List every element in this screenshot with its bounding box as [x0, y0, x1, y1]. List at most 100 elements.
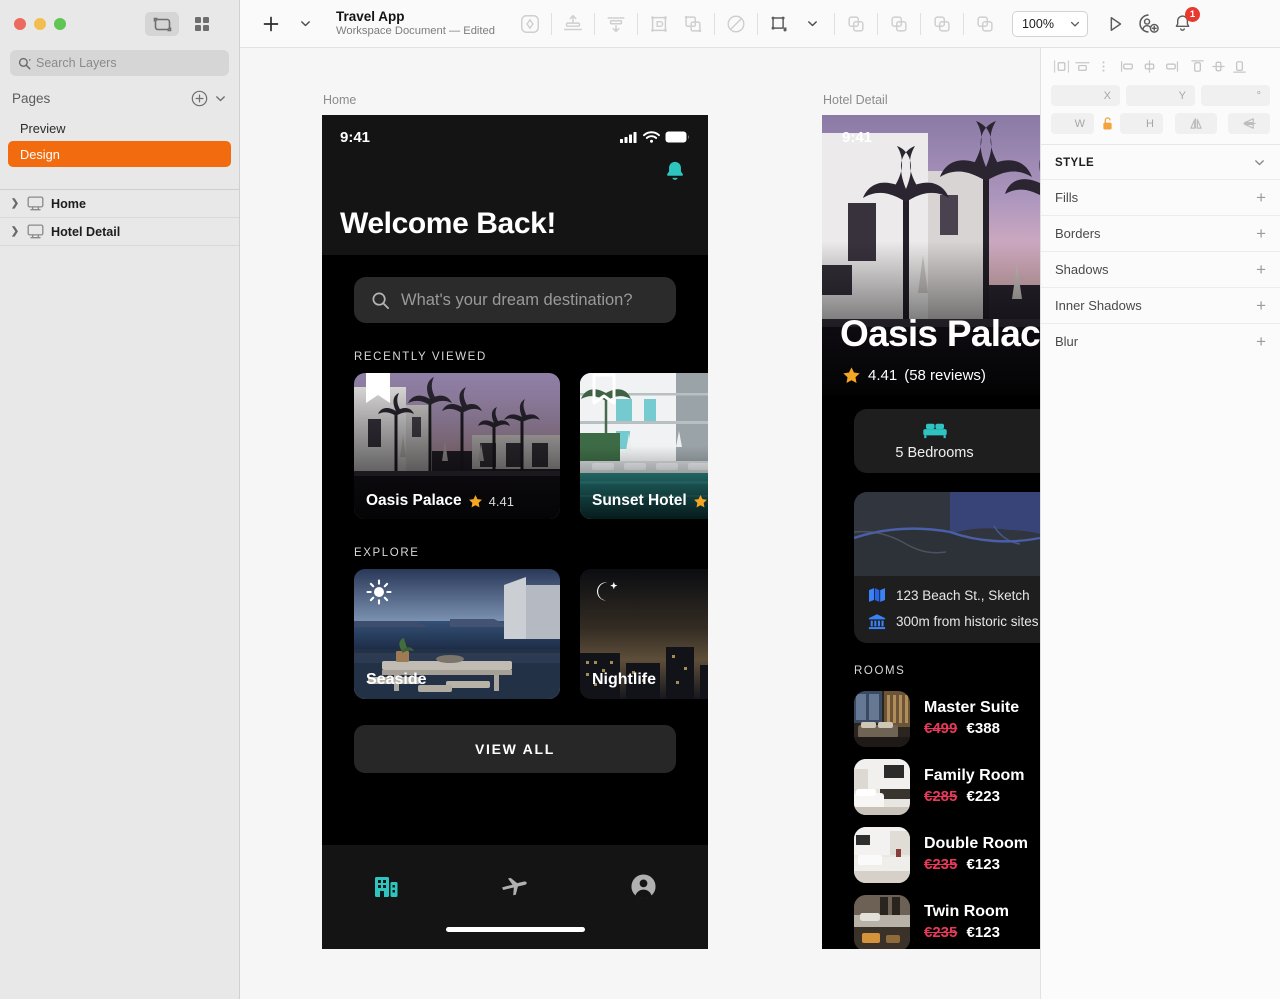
height-field[interactable]: H	[1120, 113, 1163, 134]
y-field[interactable]: Y	[1126, 85, 1195, 106]
bell-icon	[667, 161, 683, 180]
width-field[interactable]: W	[1051, 113, 1094, 134]
chevron-down-icon	[1070, 21, 1080, 27]
page-item-design[interactable]: Design	[8, 141, 231, 167]
room-price: €499 €388	[924, 719, 1019, 739]
toolbar-divider	[833, 12, 835, 35]
window-titlebar	[0, 0, 239, 48]
bookmark-outline-icon[interactable]	[592, 373, 616, 407]
add-blur-button[interactable]: +	[1256, 333, 1266, 350]
align-top-icon[interactable]	[1187, 56, 1208, 77]
align-middle-icon[interactable]	[1208, 56, 1229, 77]
component-icon[interactable]	[642, 9, 676, 39]
room-name: Master Suite	[924, 699, 1020, 717]
search-icon	[18, 57, 31, 69]
home-header: 9:41 Welcome Back!	[322, 115, 708, 255]
add-inner-shadow-button[interactable]: +	[1256, 297, 1266, 314]
align-bottom-icon[interactable]	[1229, 56, 1250, 77]
transform-chevron-down-icon[interactable]	[796, 9, 830, 39]
canvas-view-button[interactable]	[145, 12, 179, 36]
destination-search-input[interactable]: What's your dream destination?	[354, 277, 676, 323]
style-row-label: Shadows	[1055, 262, 1109, 277]
hotel-card-caption: Oasis Palace 4.41	[366, 492, 514, 510]
close-button[interactable]	[14, 18, 26, 30]
add-border-button[interactable]: +	[1256, 225, 1266, 242]
room-old-price: €235	[924, 856, 958, 874]
wifi-icon	[643, 131, 660, 143]
distribute-right-icon[interactable]	[1160, 56, 1181, 77]
width-label: W	[1074, 117, 1085, 130]
toolbar-divider	[756, 12, 758, 35]
align-center-horizontal-icon[interactable]	[1072, 56, 1093, 77]
flip-horizontal-button[interactable]	[1175, 113, 1217, 134]
hotel-card-oasis-palace[interactable]: Oasis Palace 4.41	[354, 373, 560, 519]
room-thumbnail	[854, 759, 910, 815]
more-options-icon[interactable]	[1093, 56, 1114, 77]
x-field[interactable]: X	[1051, 85, 1120, 106]
layer-row-hotel-detail[interactable]: ❯ Hotel Detail	[0, 218, 239, 246]
lock-proportions-icon[interactable]	[1100, 116, 1114, 131]
explore-card-nightlife[interactable]: Nightlife	[580, 569, 708, 699]
artboard-home[interactable]: 9:41 Welcome Back! What's your dream des…	[322, 115, 708, 949]
align-left-icon[interactable]	[1051, 56, 1072, 77]
map-icon	[869, 588, 885, 602]
boolean-exclude-icon[interactable]	[719, 9, 753, 39]
intersect-icon[interactable]	[925, 9, 959, 39]
status-bar: 9:41	[322, 115, 708, 159]
recently-viewed-title: RECENTLY VIEWED	[354, 351, 487, 363]
hotel-card-caption: Sunset Hotel	[592, 492, 708, 510]
align-vertical-icon[interactable]	[556, 9, 590, 39]
add-fill-button[interactable]: +	[1256, 189, 1266, 206]
chevron-right-icon[interactable]: ❯	[10, 198, 20, 209]
explore-card-seaside[interactable]: Seaside	[354, 569, 560, 699]
explore-card-label: Nightlife	[592, 671, 656, 688]
person-icon	[631, 873, 656, 899]
union-icon[interactable]	[839, 9, 873, 39]
explore-card-label: Seaside	[366, 671, 427, 688]
minimize-button[interactable]	[34, 18, 46, 30]
artboard-label-hotel-detail[interactable]: Hotel Detail	[823, 93, 888, 107]
page-item-preview[interactable]: Preview	[8, 115, 231, 141]
distribute-icon[interactable]	[599, 9, 633, 39]
insert-chevron-down-icon[interactable]	[288, 9, 322, 39]
app-window: Search Layers Pages Preview Design ❯ Hom…	[0, 0, 1280, 999]
flip-vertical-button[interactable]	[1228, 113, 1270, 134]
add-collaborator-button[interactable]	[1132, 9, 1166, 39]
artboard-label-home[interactable]: Home	[323, 93, 356, 107]
zoom-select[interactable]: 100%	[1011, 10, 1088, 37]
hotel-card-sunset-hotel[interactable]: Sunset Hotel	[580, 373, 708, 519]
flights-tab[interactable]	[451, 872, 580, 900]
distribute-center-icon[interactable]	[1139, 56, 1160, 77]
layer-row-home[interactable]: ❯ Home	[0, 190, 239, 218]
hotel-rating-value: 4.41	[868, 367, 898, 384]
zoom-button[interactable]	[54, 18, 66, 30]
style-collapse-chevron-down-icon[interactable]	[1253, 156, 1266, 169]
rotation-field[interactable]: °	[1201, 85, 1270, 106]
alignment-toolbar	[1041, 48, 1280, 83]
play-button[interactable]	[1098, 9, 1132, 39]
view-all-button[interactable]: VIEW ALL	[354, 725, 676, 773]
bookmark-filled-icon[interactable]	[366, 373, 390, 407]
symbol-icon[interactable]	[676, 9, 710, 39]
home-notification-bell[interactable]	[662, 159, 688, 185]
search-layers-input[interactable]: Search Layers	[10, 50, 229, 76]
layer-label: Hotel Detail	[51, 224, 121, 239]
transform-icon[interactable]	[762, 9, 796, 39]
add-page-button[interactable]	[191, 90, 208, 107]
room-new-price: €123	[966, 856, 1000, 874]
grid-view-button[interactable]	[185, 12, 219, 36]
chevron-right-icon[interactable]: ❯	[10, 226, 20, 237]
insert-button[interactable]	[254, 9, 288, 39]
mask-icon[interactable]	[513, 9, 547, 39]
style-section-header[interactable]: STYLE	[1041, 144, 1280, 179]
hotels-tab[interactable]	[322, 872, 451, 900]
add-shadow-button[interactable]: +	[1256, 261, 1266, 278]
distribute-left-icon[interactable]	[1118, 56, 1139, 77]
notifications-button[interactable]: 1	[1166, 6, 1200, 39]
pages-collapse-chevron-down-icon[interactable]	[214, 92, 227, 105]
subtract-icon[interactable]	[882, 9, 916, 39]
document-title-block[interactable]: Travel App Workspace Document — Edited	[336, 9, 495, 39]
difference-icon[interactable]	[968, 9, 1002, 39]
profile-tab[interactable]	[579, 873, 708, 900]
toolbar-divider	[962, 12, 964, 35]
